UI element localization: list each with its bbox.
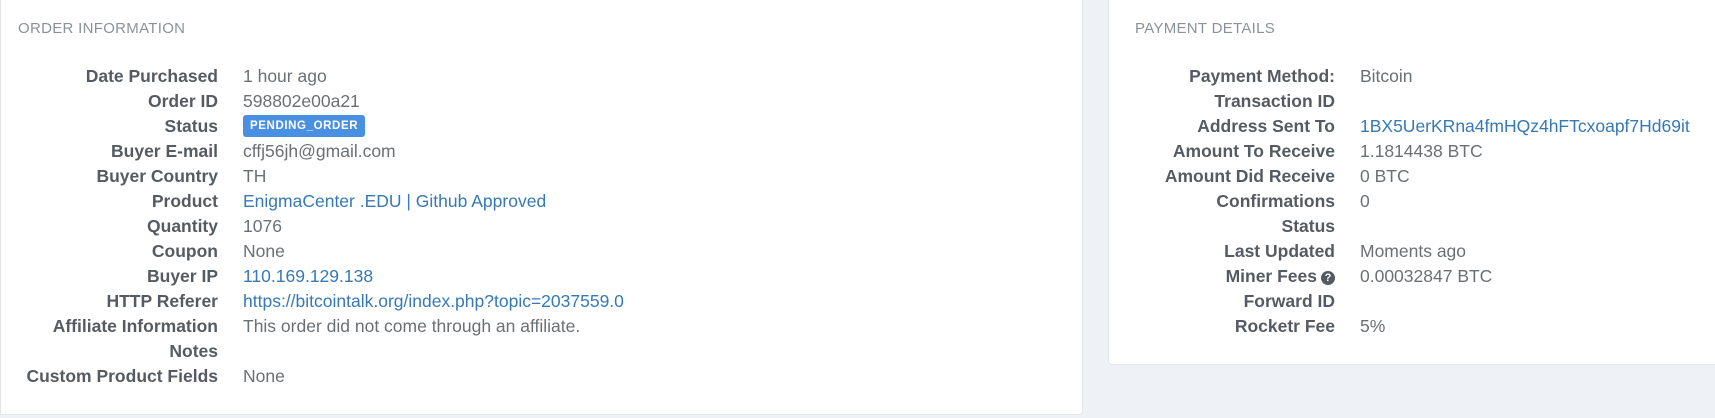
address-sent-to-label: Address Sent To — [1197, 116, 1335, 136]
custom-product-fields-value: None — [243, 366, 285, 386]
confirmations-label: Confirmations — [1216, 191, 1335, 211]
payment-details-panel: PAYMENT DETAILS Payment Method: Bitcoin … — [1108, 0, 1715, 365]
affiliate-information-value: This order did not come through an affil… — [243, 316, 581, 336]
coupon-label: Coupon — [151, 241, 218, 261]
rocketr-fee-value: 5% — [1360, 316, 1386, 336]
payment-status-label: Status — [1281, 216, 1335, 236]
miner-fees-label: Miner Fees — [1225, 266, 1317, 286]
confirmations-value: 0 — [1360, 191, 1370, 211]
order-information-panel: ORDER INFORMATION Date Purchased 1 hour … — [0, 0, 1083, 415]
amount-to-receive-label: Amount To Receive — [1172, 141, 1335, 161]
question-circle-icon[interactable]: ? — [1321, 271, 1335, 285]
buyer-email-label: Buyer E-mail — [111, 141, 218, 161]
order-information-title: ORDER INFORMATION — [18, 20, 186, 37]
rocketr-fee-label: Rocketr Fee — [1234, 316, 1335, 336]
amount-did-receive-label: Amount Did Receive — [1164, 166, 1335, 186]
order-status-badge: PENDING_ORDER — [243, 114, 366, 137]
amount-did-receive-value: 0 BTC — [1360, 166, 1410, 186]
buyer-ip-label: Buyer IP — [147, 266, 218, 286]
payment-method-value: Bitcoin — [1360, 66, 1413, 86]
date-purchased-value: 1 hour ago — [243, 66, 327, 86]
product-label: Product — [151, 191, 218, 211]
buyer-country-label: Buyer Country — [96, 166, 218, 186]
payment-details-title: PAYMENT DETAILS — [1135, 20, 1276, 37]
coupon-value: None — [243, 241, 285, 261]
http-referer-label: HTTP Referer — [106, 291, 218, 311]
amount-to-receive-value: 1.1814438 BTC — [1360, 141, 1483, 161]
last-updated-value: Moments ago — [1360, 241, 1467, 261]
order-id-label: Order ID — [147, 91, 218, 111]
affiliate-information-label: Affiliate Information — [52, 316, 218, 336]
product-link[interactable]: EnigmaCenter .EDU | Github Approved — [243, 189, 546, 214]
order-status-label: Status — [164, 116, 218, 136]
payment-method-label: Payment Method: — [1189, 66, 1335, 86]
last-updated-label: Last Updated — [1224, 241, 1335, 261]
quantity-value: 1076 — [243, 216, 282, 236]
buyer-country-value: TH — [243, 166, 267, 186]
custom-product-fields-label: Custom Product Fields — [26, 366, 218, 386]
date-purchased-label: Date Purchased — [85, 66, 218, 86]
http-referer-link[interactable]: https://bitcointalk.org/index.php?topic=… — [243, 289, 624, 314]
address-sent-to-link[interactable]: 1BX5UerKRna4fmHQz4hFTcxoapf7Hd69it — [1360, 114, 1690, 139]
quantity-label: Quantity — [147, 216, 218, 236]
order-id-value: 598802e00a21 — [243, 91, 360, 111]
buyer-ip-link[interactable]: 110.169.129.138 — [243, 264, 373, 289]
buyer-email-value: cffj56jh@gmail.com — [243, 141, 396, 161]
notes-label: Notes — [169, 341, 218, 361]
forward-id-label: Forward ID — [1243, 291, 1335, 311]
transaction-id-label: Transaction ID — [1214, 91, 1335, 111]
miner-fees-value: 0.00032847 BTC — [1360, 266, 1493, 286]
